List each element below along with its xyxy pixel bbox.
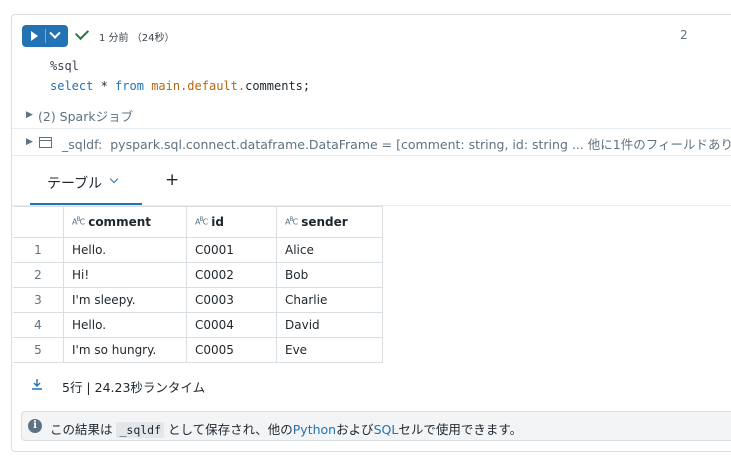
column-header-comment[interactable]: ABC comment	[63, 206, 187, 238]
sql-magic: %sql	[50, 59, 79, 73]
check-icon	[74, 25, 90, 41]
run-status: 1 分前 （24秒）	[99, 33, 175, 44]
table-row[interactable]: 1 Hello. C0001 Alice	[13, 237, 383, 263]
index-header	[13, 206, 64, 238]
dataframe-schema[interactable]: _sqldf: pyspark.sql.connect.dataframe.Da…	[62, 134, 731, 153]
tab-table[interactable]: テーブル	[47, 173, 102, 193]
table-icon	[39, 137, 52, 148]
string-type-icon: ABC	[72, 216, 85, 227]
play-icon	[31, 31, 38, 41]
spark-jobs-toggle[interactable]: (2) Sparkジョブ	[38, 106, 133, 125]
info-banner: i この結果は _sqldf として保存され、他のPythonおよびSQLセルで…	[21, 411, 731, 441]
python-link[interactable]: Python	[293, 422, 336, 437]
sqldf-code: _sqldf	[116, 422, 165, 438]
info-text: この結果は _sqldf として保存され、他のPythonおよびSQLセルで使用…	[50, 422, 523, 438]
notebook-cell: 1 分前 （24秒） 2 %sql select * from main.def…	[11, 14, 731, 452]
chevron-down-icon[interactable]	[109, 174, 119, 184]
add-visualization-button[interactable]: +	[165, 170, 179, 190]
code-line-1[interactable]: %sql	[50, 59, 79, 73]
column-header-id[interactable]: ABC id	[186, 206, 277, 238]
table-row[interactable]: 3 I'm sleepy. C0003 Charlie	[13, 287, 383, 313]
run-cell-button[interactable]	[22, 25, 68, 47]
keyword-from: from	[115, 79, 144, 93]
keyword-select: select	[50, 79, 94, 93]
dataframe-expand-icon[interactable]: ▶	[26, 137, 33, 147]
results-table: ABC comment ABC id ABC sender 1 Hello. C000…	[13, 206, 383, 363]
info-icon: i	[28, 419, 42, 433]
cell-number: 2	[680, 28, 688, 42]
string-type-icon: ABC	[285, 216, 298, 227]
table-row[interactable]: 2 Hi! C0002 Bob	[13, 262, 383, 288]
column-header-sender[interactable]: ABC sender	[276, 206, 383, 238]
table-name: main.default.	[151, 79, 246, 93]
table-header-row: ABC comment ABC id ABC sender	[13, 206, 383, 238]
chevron-down-icon[interactable]	[49, 27, 61, 39]
string-type-icon: ABC	[195, 216, 208, 227]
spark-jobs-expand-icon[interactable]: ▶	[26, 110, 33, 120]
download-icon[interactable]	[31, 378, 43, 390]
code-line-2[interactable]: select * from main.default.comments;	[50, 79, 310, 93]
table-row[interactable]: 4 Hello. C0004 David	[13, 312, 383, 338]
table-row[interactable]: 5 I'm so hungry. C0005 Eve	[13, 337, 383, 363]
sql-link[interactable]: SQL	[374, 422, 399, 437]
row-count-runtime: 5行 | 24.23秒ランタイム	[62, 380, 206, 395]
